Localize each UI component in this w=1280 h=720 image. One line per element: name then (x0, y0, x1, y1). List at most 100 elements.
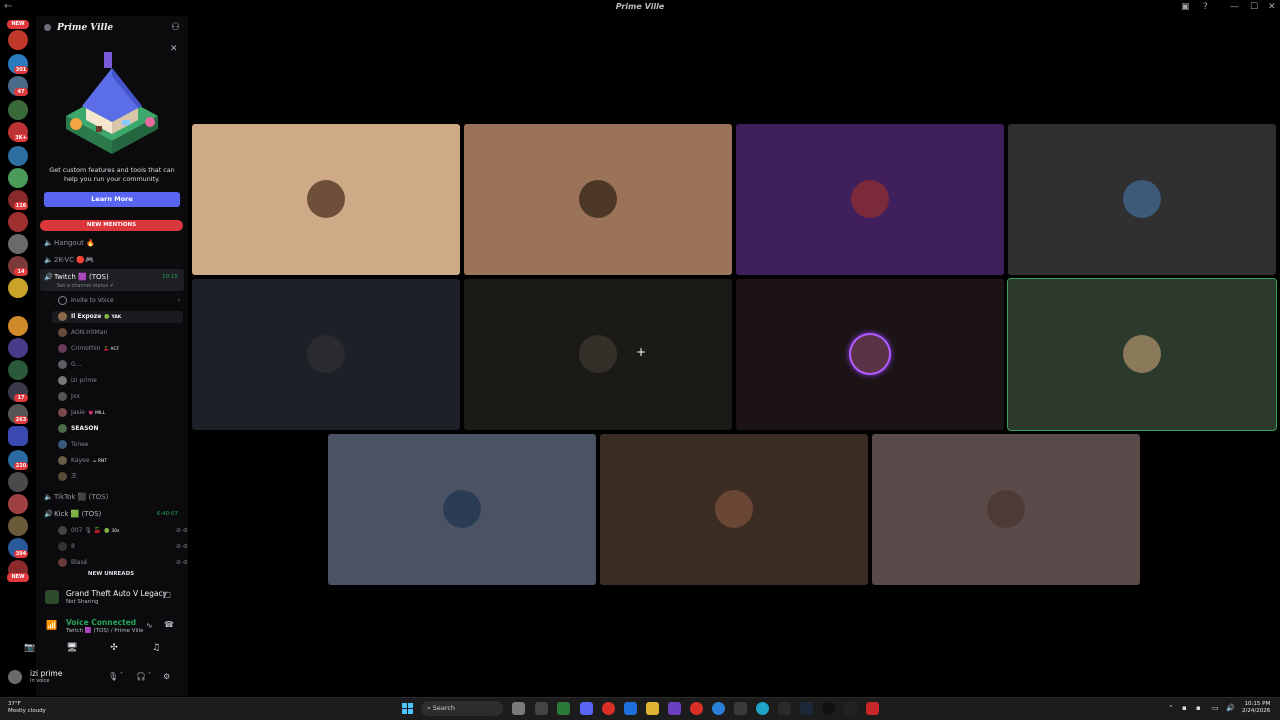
tray-chevron-icon[interactable]: ⌃ (1168, 704, 1174, 712)
server-icon[interactable] (8, 316, 28, 336)
server-icon[interactable] (8, 168, 28, 188)
app-icon[interactable] (866, 702, 879, 715)
server-icon[interactable] (8, 146, 28, 166)
volume-icon[interactable]: 🔊 (1226, 704, 1235, 712)
voice-member[interactable]: Kayee ☕ RNT (58, 455, 107, 467)
voice-member[interactable]: Blasé ⊘ ⊘ (58, 557, 188, 569)
learn-more-button[interactable]: Learn More (44, 192, 180, 207)
channel-2k-vc[interactable]: 🔈2K-VC 🔴🎮 (44, 254, 180, 266)
noise-suppression-icon[interactable]: ∿ (146, 621, 153, 630)
new-unreads-bar[interactable]: NEW UNREADS (36, 569, 186, 580)
tray-app-icon[interactable]: ▪ (1182, 704, 1187, 712)
voice-member[interactable]: Il Expoze 🟢 YAK (58, 311, 121, 323)
server-header[interactable]: Prime Ville ⚇ (36, 16, 188, 40)
server-icon[interactable] (8, 100, 28, 120)
edge-icon[interactable] (712, 702, 725, 715)
inbox-icon[interactable]: ▣ (1181, 2, 1190, 12)
app-icon[interactable] (668, 702, 681, 715)
new-mentions-bar[interactable]: NEW MENTIONS (40, 220, 183, 231)
widget-icon[interactable] (512, 702, 525, 715)
channel-hangout[interactable]: 🔈Hangout 🔥 (44, 237, 180, 249)
windows-start-icon[interactable] (402, 703, 413, 714)
voice-connected-label[interactable]: Voice Connected (66, 618, 136, 627)
voice-member[interactable]: 007 🎙 🍒 🟢 30s ⊘ ⊘ (58, 525, 188, 537)
add-icon[interactable]: + (636, 345, 646, 359)
soundboard-icon[interactable]: ♫ (146, 641, 166, 655)
activities-icon[interactable]: ✣ (104, 641, 124, 655)
close-icon[interactable]: ✕ (170, 44, 178, 54)
minimize-icon[interactable]: — (1230, 2, 1239, 12)
user-name[interactable]: izi prime (30, 669, 62, 678)
video-tile[interactable] (600, 434, 868, 585)
chevron-down-icon[interactable]: ˅ (120, 672, 123, 679)
server-icon[interactable] (8, 212, 28, 232)
server-icon[interactable] (8, 338, 28, 358)
disconnect-icon[interactable]: ☎ (164, 620, 174, 629)
microphone-icon[interactable]: 🎙 (108, 672, 118, 681)
server-icon[interactable] (8, 30, 28, 50)
server-icon[interactable] (8, 278, 28, 298)
maximize-icon[interactable]: ☐ (1250, 2, 1258, 12)
weather-widget[interactable]: 37°F Mostly cloudy (8, 701, 46, 715)
close-window-icon[interactable]: ✕ (1268, 2, 1276, 12)
channel-status[interactable]: Set a channel status ✐ (57, 280, 114, 292)
help-icon[interactable]: ? (1203, 2, 1208, 12)
voice-member[interactable]: Crimothin 🍒 ACF (58, 343, 119, 355)
voice-member[interactable]: Jxx (58, 391, 80, 403)
invite-to-voice-row[interactable]: Invite to Voice › (58, 295, 180, 307)
voice-member[interactable]: AON.HitMan (58, 327, 110, 339)
clock[interactable]: 10:15 PM 2/24/2026 (1242, 701, 1270, 715)
video-tile[interactable] (736, 279, 1004, 430)
video-tile[interactable] (192, 279, 460, 430)
signal-icon[interactable]: 📶 (46, 621, 57, 631)
edge-icon[interactable] (756, 702, 769, 715)
channel-tiktok[interactable]: 🔈TikTok ⬛ (TOS) (44, 491, 180, 503)
folder-icon[interactable] (8, 426, 28, 446)
video-tile[interactable]: + (464, 279, 732, 430)
chrome-icon[interactable] (690, 702, 703, 715)
app-icon[interactable] (734, 702, 747, 715)
task-view-icon[interactable] (535, 702, 548, 715)
video-tile[interactable] (464, 124, 732, 275)
share-screen-icon[interactable]: 🖥 (62, 641, 82, 655)
file-explorer-icon[interactable] (646, 702, 659, 715)
screen-share-icon[interactable]: 🖵 (163, 591, 171, 601)
voice-member[interactable]: 王 (58, 471, 77, 483)
voice-member[interactable]: izi prime (58, 375, 97, 387)
video-tile[interactable] (872, 434, 1140, 585)
voice-channel-label[interactable]: Twitch 🟪 (TOS) / Prime Ville (66, 628, 143, 634)
server-icon[interactable] (8, 472, 28, 492)
app-icon[interactable] (778, 702, 791, 715)
app-icon[interactable] (844, 702, 857, 715)
discord-icon[interactable] (580, 702, 593, 715)
voice-member[interactable]: Tonee (58, 439, 89, 451)
app-icon[interactable] (557, 702, 570, 715)
video-tile[interactable] (1007, 278, 1277, 431)
server-icon[interactable] (8, 360, 28, 380)
network-icon[interactable]: ▭ (1212, 704, 1219, 712)
avatar[interactable] (8, 670, 22, 684)
steam-icon[interactable] (800, 702, 813, 715)
voice-member[interactable]: G... (58, 359, 81, 371)
video-tile[interactable] (1008, 124, 1276, 275)
voice-member[interactable]: Jasie 💗 MILL (58, 407, 105, 419)
voice-member[interactable]: 8 ⊘ ⊘ (58, 541, 188, 553)
channel-twitch[interactable]: 🔊Twitch 🟪 (TOS) 10:15 Set a channel stat… (44, 271, 180, 289)
video-tile[interactable] (736, 124, 1004, 275)
server-icon[interactable] (8, 516, 28, 536)
video-tile[interactable] (192, 124, 460, 275)
gear-icon[interactable]: ⚙ (163, 672, 170, 681)
channel-kick[interactable]: 🔊Kick 🟩 (TOS) 6:40:07 (44, 508, 180, 520)
app-icon[interactable] (624, 702, 637, 715)
voice-member[interactable]: SEASON (58, 423, 99, 435)
chevron-down-icon[interactable]: ˅ (148, 672, 151, 679)
chrome-icon[interactable] (602, 702, 615, 715)
app-icon[interactable] (822, 702, 835, 715)
video-tile[interactable] (328, 434, 596, 585)
camera-off-icon[interactable]: 📷 (20, 641, 40, 655)
taskbar-search[interactable]: ⌕ Search (421, 701, 503, 716)
server-icon[interactable] (8, 494, 28, 514)
server-icon[interactable] (8, 234, 28, 254)
tray-app-icon[interactable]: ▪ (1196, 704, 1201, 712)
headphones-icon[interactable]: 🎧 (136, 672, 146, 681)
